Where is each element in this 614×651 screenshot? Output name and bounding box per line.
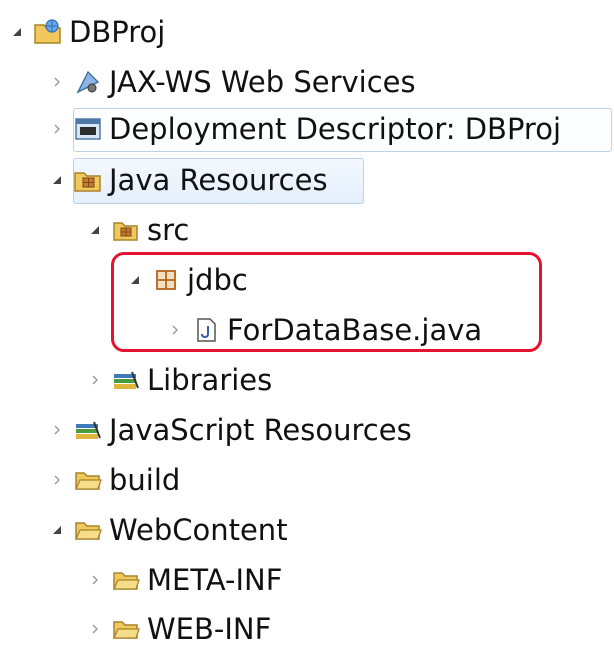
collapsed-arrow-icon[interactable]: [42, 474, 72, 486]
tree-item-label: Libraries: [147, 363, 273, 397]
deployment-descriptor-icon: [72, 113, 104, 145]
folder-icon: [72, 514, 104, 546]
java-resources-icon: [72, 164, 104, 196]
collapsed-arrow-icon[interactable]: [42, 424, 72, 436]
folder-icon: [110, 613, 142, 645]
tree-item-label: JavaScript Resources: [109, 413, 412, 447]
tree-item-deployment-descriptor[interactable]: Deployment Descriptor: DBProj: [42, 107, 561, 151]
tree-item-label: DBProj: [69, 15, 166, 49]
expanded-arrow-icon[interactable]: [42, 524, 72, 536]
tree-item-javascript-resources[interactable]: JavaScript Resources: [42, 408, 412, 452]
collapsed-arrow-icon[interactable]: [80, 574, 110, 586]
expanded-arrow-icon[interactable]: [2, 26, 32, 38]
tree-item-label: JAX-WS Web Services: [109, 65, 416, 99]
folder-icon: [72, 464, 104, 496]
tree-item-label: src: [147, 213, 190, 247]
folder-icon: [110, 564, 142, 596]
tree-item-label: WebContent: [109, 513, 288, 547]
web-services-icon: [72, 66, 104, 98]
expanded-arrow-icon[interactable]: [42, 174, 72, 186]
tree-item-meta-inf[interactable]: META-INF: [80, 558, 282, 602]
web-project-icon: [32, 16, 64, 48]
collapsed-arrow-icon[interactable]: [80, 374, 110, 386]
expanded-arrow-icon[interactable]: [80, 224, 110, 236]
collapsed-arrow-icon[interactable]: [42, 123, 72, 135]
libraries-icon: [72, 414, 104, 446]
tree-item-java-resources[interactable]: Java Resources: [42, 158, 328, 202]
tree-item-jax-ws[interactable]: JAX-WS Web Services: [42, 60, 416, 104]
collapsed-arrow-icon[interactable]: [42, 76, 72, 88]
tree-item-libraries[interactable]: Libraries: [80, 358, 272, 402]
tree-item-build[interactable]: build: [42, 458, 180, 502]
collapsed-arrow-icon[interactable]: [80, 623, 110, 635]
tree-item-webcontent[interactable]: WebContent: [42, 508, 288, 552]
tree-item-web-inf[interactable]: WEB-INF: [80, 607, 271, 651]
tree-item-dbproj[interactable]: DBProj: [2, 10, 165, 54]
tree-item-label: META-INF: [147, 563, 283, 597]
source-folder-icon: [110, 214, 142, 246]
tree-item-src[interactable]: src: [80, 208, 189, 252]
tree-item-label: WEB-INF: [147, 612, 272, 646]
tree-item-label: Java Resources: [109, 163, 328, 197]
tree-item-label: build: [109, 463, 181, 497]
tree-item-label: Deployment Descriptor: DBProj: [109, 112, 562, 146]
annotation-highlight-box: [111, 252, 542, 352]
libraries-icon: [110, 364, 142, 396]
